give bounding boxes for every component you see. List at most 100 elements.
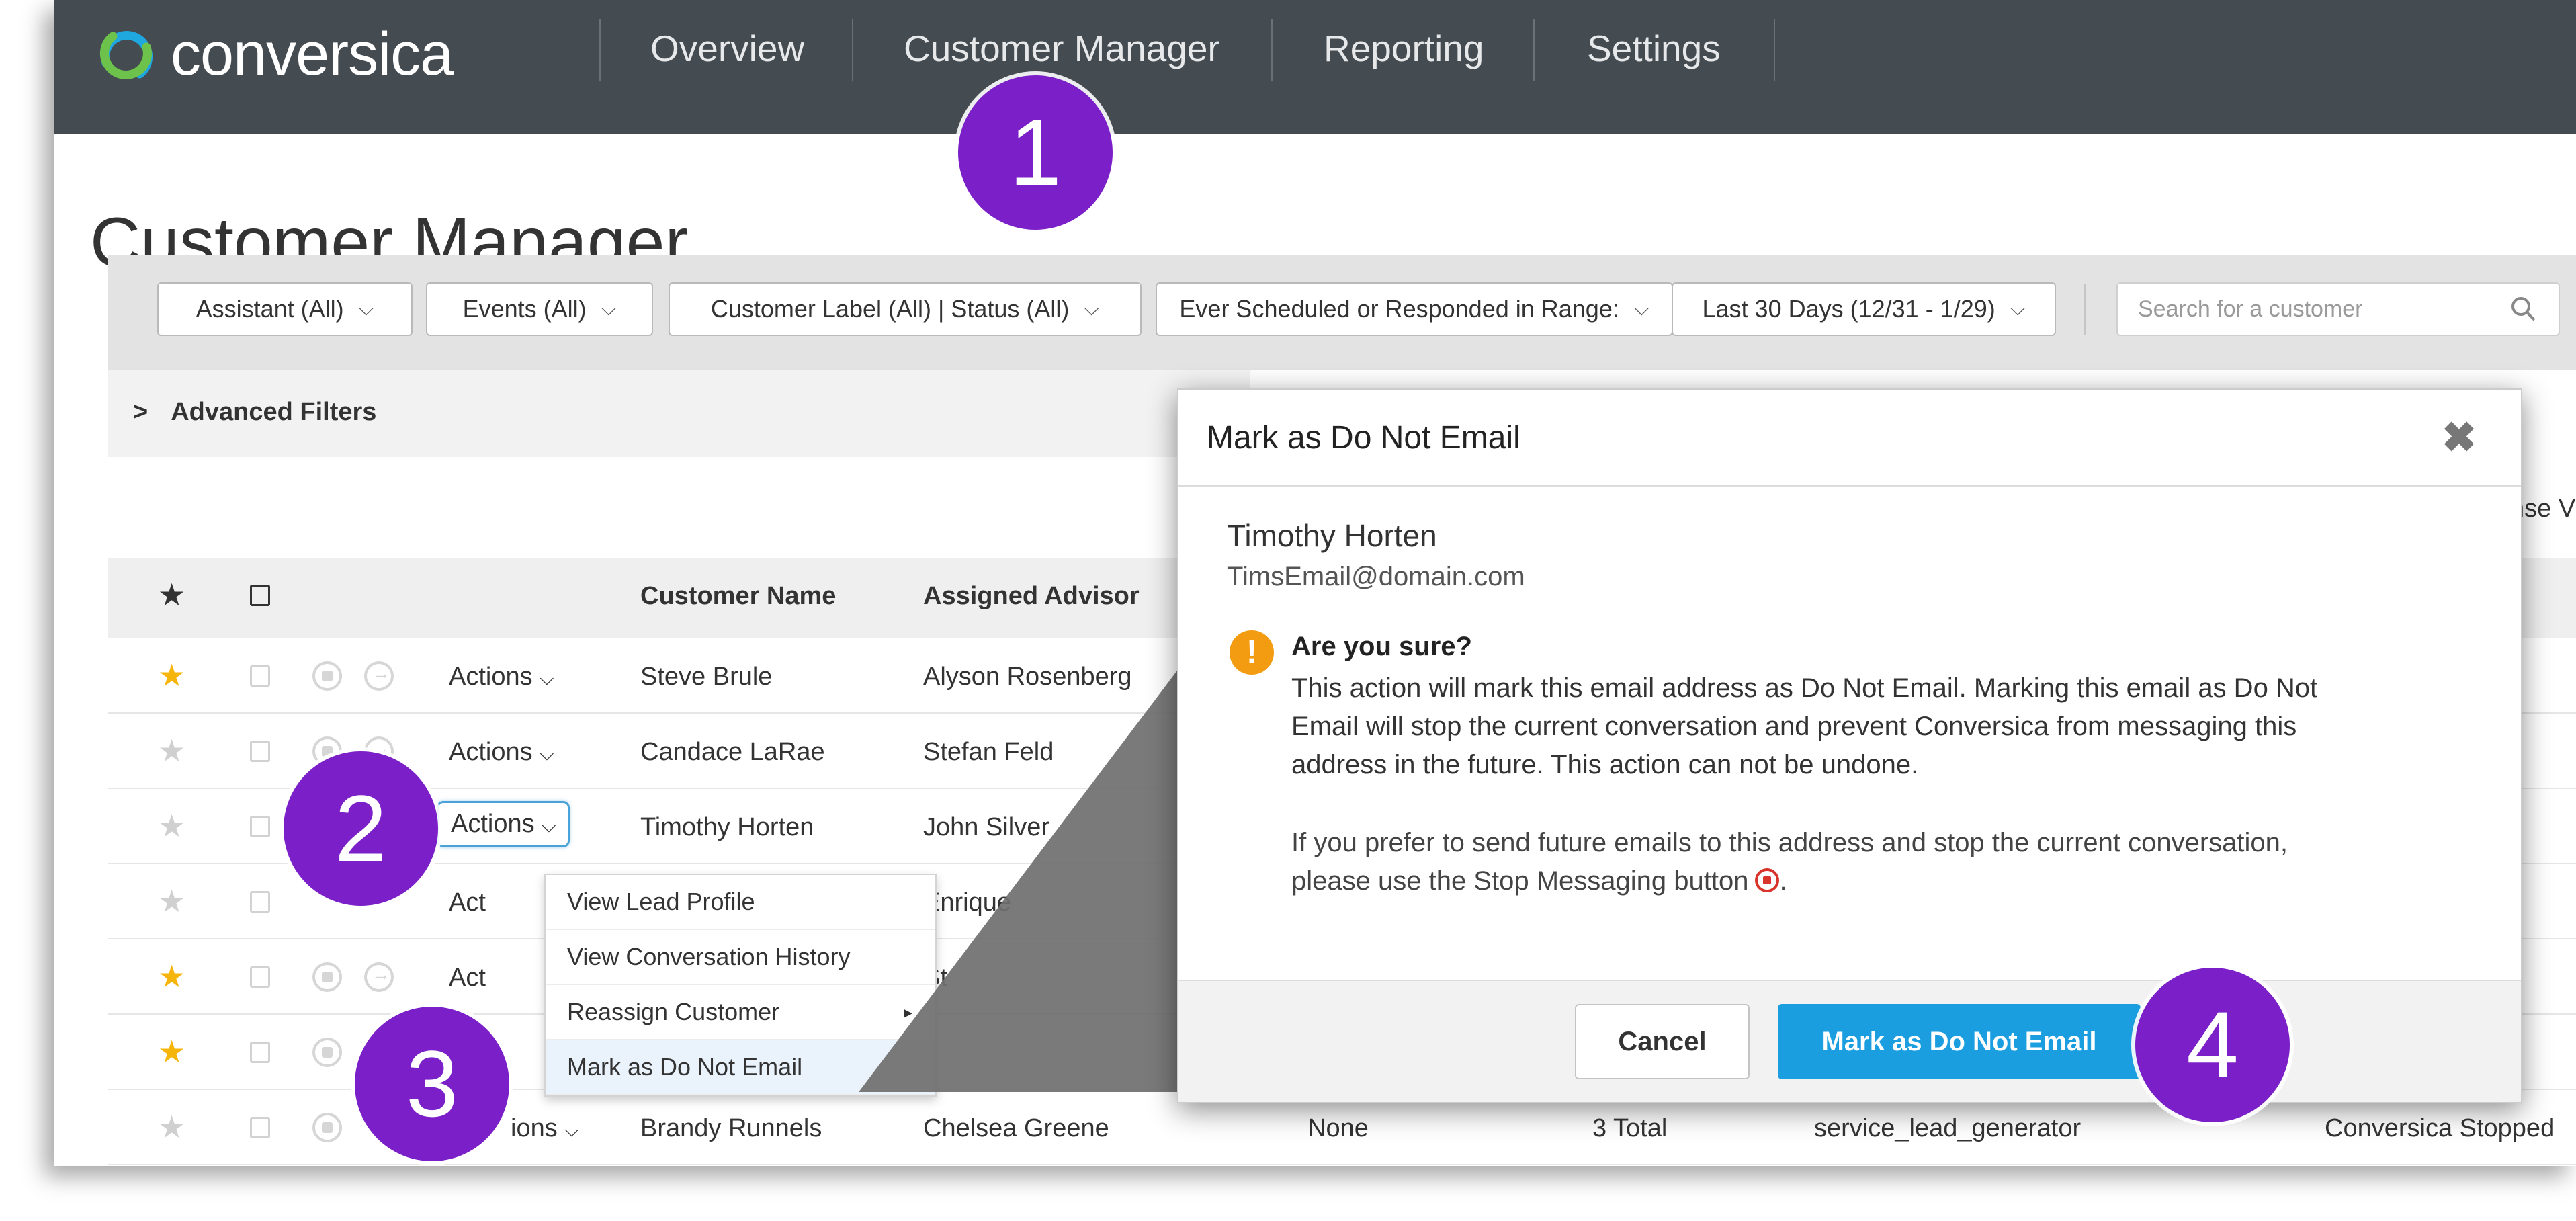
assistant-filter-label: Assistant (All) [196, 295, 344, 323]
customer-name[interactable]: Candace LaRae [640, 738, 825, 767]
actions-label: ions [511, 1114, 558, 1142]
assistant-name: service_lead_generator [1814, 1114, 2081, 1142]
step-marker-3: 3 [355, 1007, 509, 1161]
customer-name-header[interactable]: Customer Name [640, 582, 836, 611]
messages-total: 3 Total [1592, 1114, 1668, 1142]
actions-button[interactable]: Act [449, 964, 486, 993]
menu-item-view-lead-profile[interactable]: View Lead Profile [546, 875, 935, 930]
label-status-filter[interactable]: Customer Label (All) | Status (All) ⌵ [669, 282, 1142, 336]
stop-messaging-icon[interactable] [312, 962, 342, 992]
note-icon[interactable] [250, 741, 270, 762]
customer-name[interactable]: Timothy Horten [640, 813, 814, 842]
warning-icon: ! [1230, 630, 1274, 675]
customer-name[interactable]: Brandy Runnels [640, 1114, 822, 1143]
date-range-filter[interactable]: Last 30 Days (12/31 - 1/29) ⌵ [1672, 282, 2056, 336]
assistant-filter[interactable]: Assistant (All) ⌵ [157, 282, 413, 336]
dialog-header: Mark as Do Not Email ✖ [1178, 390, 2521, 487]
star-icon[interactable]: ★ [158, 1034, 185, 1070]
actions-button[interactable]: Actions ⌵ [449, 663, 554, 691]
assigned-advisor: Stefan Feld [923, 738, 1054, 766]
note-column-icon[interactable] [250, 585, 270, 606]
stop-messaging-icon[interactable] [312, 1038, 342, 1067]
events-filter[interactable]: Events (All) ⌵ [426, 282, 653, 336]
logo-text: conversica [171, 21, 454, 88]
range-filter[interactable]: Ever Scheduled or Responded in Range: ⌵ [1156, 282, 1673, 336]
nav-reporting[interactable]: Reporting [1324, 27, 1484, 70]
nav-overview[interactable]: Overview [650, 27, 804, 70]
star-icon[interactable]: ★ [158, 808, 185, 844]
chevron-down-icon: ⌵ [540, 668, 554, 689]
star-icon[interactable]: ★ [158, 732, 185, 769]
star-icon[interactable]: ★ [158, 958, 185, 995]
note-icon[interactable] [250, 1042, 270, 1063]
actions-button[interactable]: ions ⌵ [511, 1114, 579, 1143]
note-icon[interactable] [250, 1117, 270, 1138]
note-icon[interactable] [250, 816, 270, 837]
star-icon[interactable]: ★ [158, 657, 185, 693]
advanced-filters-label: Advanced Filters [171, 398, 377, 426]
actions-dropdown-menu: View Lead Profile View Conversation Hist… [544, 874, 937, 1097]
nav-divider [1774, 19, 1775, 81]
dialog-customer-email: TimsEmail@domain.com [1227, 562, 1525, 591]
search-icon[interactable] [2509, 294, 2538, 324]
assigned-advisor-header[interactable]: Assigned Advisor [923, 582, 1140, 611]
actions-button[interactable]: Act [449, 888, 486, 917]
assigned-advisor: John Silver [923, 813, 1049, 841]
stop-messaging-icon[interactable] [312, 1113, 342, 1142]
chevron-down-icon: ⌵ [542, 815, 556, 836]
chevron-down-icon: ⌵ [358, 298, 374, 320]
nav-customer-manager[interactable]: Customer Manager [904, 27, 1220, 70]
logo-icon [99, 30, 153, 79]
search-input[interactable]: Search for a customer [2116, 282, 2560, 336]
actions-button[interactable]: Actions ⌵ [437, 801, 570, 847]
customer-name[interactable]: Steve Brule [640, 663, 772, 691]
stop-messaging-icon[interactable] [312, 661, 342, 691]
go-icon[interactable] [364, 661, 394, 691]
nav-divider [1271, 19, 1273, 81]
reassign-label: Reassign Customer [567, 998, 780, 1025]
cancel-button[interactable]: Cancel [1575, 1004, 1750, 1079]
assigned-advisor: Alyson Rosenberg [923, 663, 1132, 691]
note-icon[interactable] [250, 891, 270, 913]
note-icon[interactable] [250, 966, 270, 988]
star-column-icon[interactable]: ★ [158, 577, 185, 613]
actions-label: Actions [449, 738, 533, 766]
logo[interactable]: conversica [93, 20, 454, 89]
mark-do-not-email-button[interactable]: Mark as Do Not Email [1778, 1004, 2141, 1079]
menu-item-mark-do-not-email[interactable]: Mark as Do Not Email [546, 1040, 935, 1095]
step-marker-2: 2 [284, 751, 438, 906]
range-filter-label: Ever Scheduled or Responded in Range: [1179, 295, 1619, 323]
advanced-filters-toggle[interactable]: > Advanced Filters [133, 398, 376, 427]
go-icon[interactable] [364, 962, 394, 992]
menu-item-reassign-customer[interactable]: Reassign Customer ▸ [546, 985, 935, 1040]
status-cell: None [1307, 1114, 1369, 1142]
label-status-filter-label: Customer Label (All) | Status (All) [710, 295, 1070, 323]
note-icon[interactable] [250, 665, 270, 687]
nav-divider [599, 19, 601, 81]
star-icon[interactable]: ★ [158, 883, 185, 919]
menu-item-view-conversation-history[interactable]: View Conversation History [546, 930, 935, 985]
search-placeholder: Search for a customer [2138, 296, 2363, 322]
note-text: If you prefer to send future emails to t… [1291, 828, 2288, 896]
date-range-label: Last 30 Days (12/31 - 1/29) [1702, 295, 1995, 323]
dialog-customer-name: Timothy Horten [1227, 518, 1437, 553]
top-nav: conversica Overview Customer Manager Rep… [54, 0, 2576, 134]
actions-button[interactable]: Actions ⌵ [449, 738, 554, 767]
actions-label: Actions [451, 810, 535, 838]
close-icon[interactable]: ✖ [2442, 413, 2477, 462]
chevron-down-icon: ⌵ [2010, 298, 2026, 320]
step-marker-4: 4 [2135, 968, 2290, 1122]
chevron-down-icon: ⌵ [1084, 298, 1100, 320]
star-icon[interactable]: ★ [158, 1109, 185, 1145]
chevron-down-icon: ⌵ [540, 743, 554, 764]
submenu-arrow-icon: ▸ [903, 1001, 912, 1022]
events-filter-label: Events (All) [462, 295, 587, 323]
actions-label: Actions [449, 663, 533, 691]
do-not-email-dialog: Mark as Do Not Email ✖ Timothy Horten Ti… [1177, 388, 2522, 1103]
conversation-status: Conversica Stopped [2325, 1114, 2555, 1142]
step-marker-1: 1 [958, 75, 1113, 230]
stop-messaging-note: If you prefer to send future emails to t… [1291, 828, 2288, 896]
nav-divider [1533, 19, 1535, 81]
nav-settings[interactable]: Settings [1587, 27, 1721, 70]
chevron-right-icon: > [133, 398, 148, 426]
